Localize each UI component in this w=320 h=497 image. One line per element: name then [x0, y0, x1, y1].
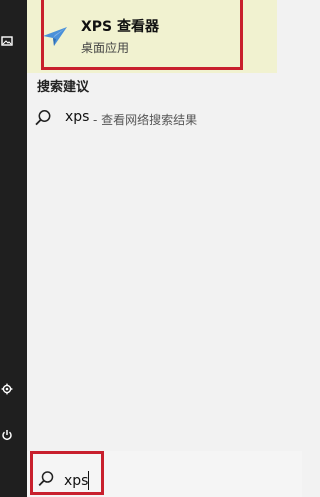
search-icon — [37, 470, 55, 488]
image-icon[interactable] — [0, 34, 14, 48]
power-icon[interactable] — [0, 428, 14, 442]
xps-viewer-icon — [41, 22, 69, 50]
suggestion-term: xps — [65, 109, 90, 125]
suggestion-description: - 查看网络搜索结果 — [93, 113, 198, 127]
search-suggestions-heading: 搜索建议 — [37, 80, 90, 95]
text-caret — [88, 471, 89, 490]
suggestion-item[interactable]: xps - 查看网络搜索结果 — [33, 104, 293, 132]
search-input[interactable] — [64, 473, 104, 489]
search-icon — [33, 108, 53, 128]
gear-icon[interactable] — [0, 382, 14, 396]
app-name: XPS 查看器 — [81, 19, 160, 35]
start-search-panel: XPS 查看器 桌面应用 搜索建议 xps - 查看网络搜索结果 — [0, 0, 302, 497]
start-left-rail — [0, 0, 27, 497]
app-type-label: 桌面应用 — [81, 41, 130, 55]
